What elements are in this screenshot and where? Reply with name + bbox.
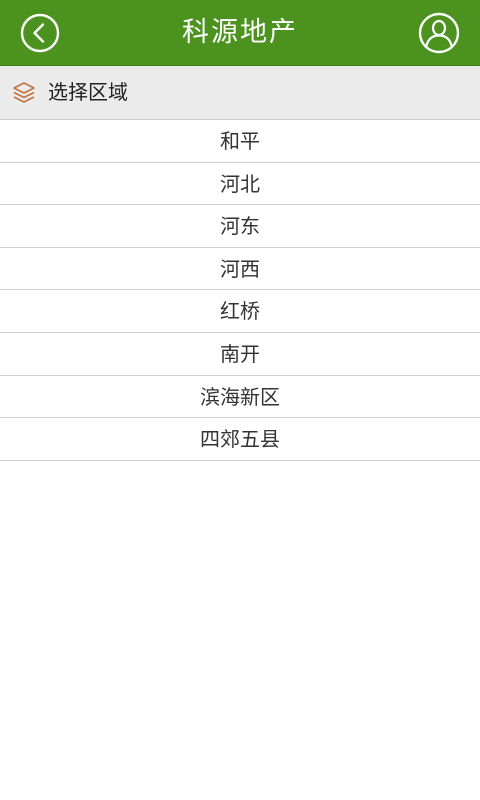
page-title: 科源地产 <box>182 17 298 48</box>
section-title: 选择区域 <box>48 80 128 104</box>
layers-icon <box>12 81 36 105</box>
region-item-hongqiao[interactable]: 红桥 <box>0 290 480 333</box>
section-header: 选择区域 <box>0 66 480 120</box>
region-item-heping[interactable]: 和平 <box>0 120 480 163</box>
region-item-hebei[interactable]: 河北 <box>0 162 480 206</box>
region-item-hedong[interactable]: 河东 <box>0 205 480 248</box>
region-list: 和平 河北 河东 河西 红桥 南开 滨海新区 四郊五县 <box>0 120 480 461</box>
user-profile-icon <box>418 12 460 54</box>
region-item-hexi[interactable]: 河西 <box>0 247 480 291</box>
user-profile-button[interactable] <box>418 12 460 54</box>
app-screen: 科源地产 选择区域 和平 河北 河东 河西 红桥 南开 滨海新区 四郊五县 <box>0 0 480 800</box>
region-item-nankai[interactable]: 南开 <box>0 332 480 376</box>
region-item-binhai-new-area[interactable]: 滨海新区 <box>0 375 480 419</box>
region-item-sijiao-wuxian[interactable]: 四郊五县 <box>0 418 480 461</box>
app-header: 科源地产 <box>0 0 480 66</box>
